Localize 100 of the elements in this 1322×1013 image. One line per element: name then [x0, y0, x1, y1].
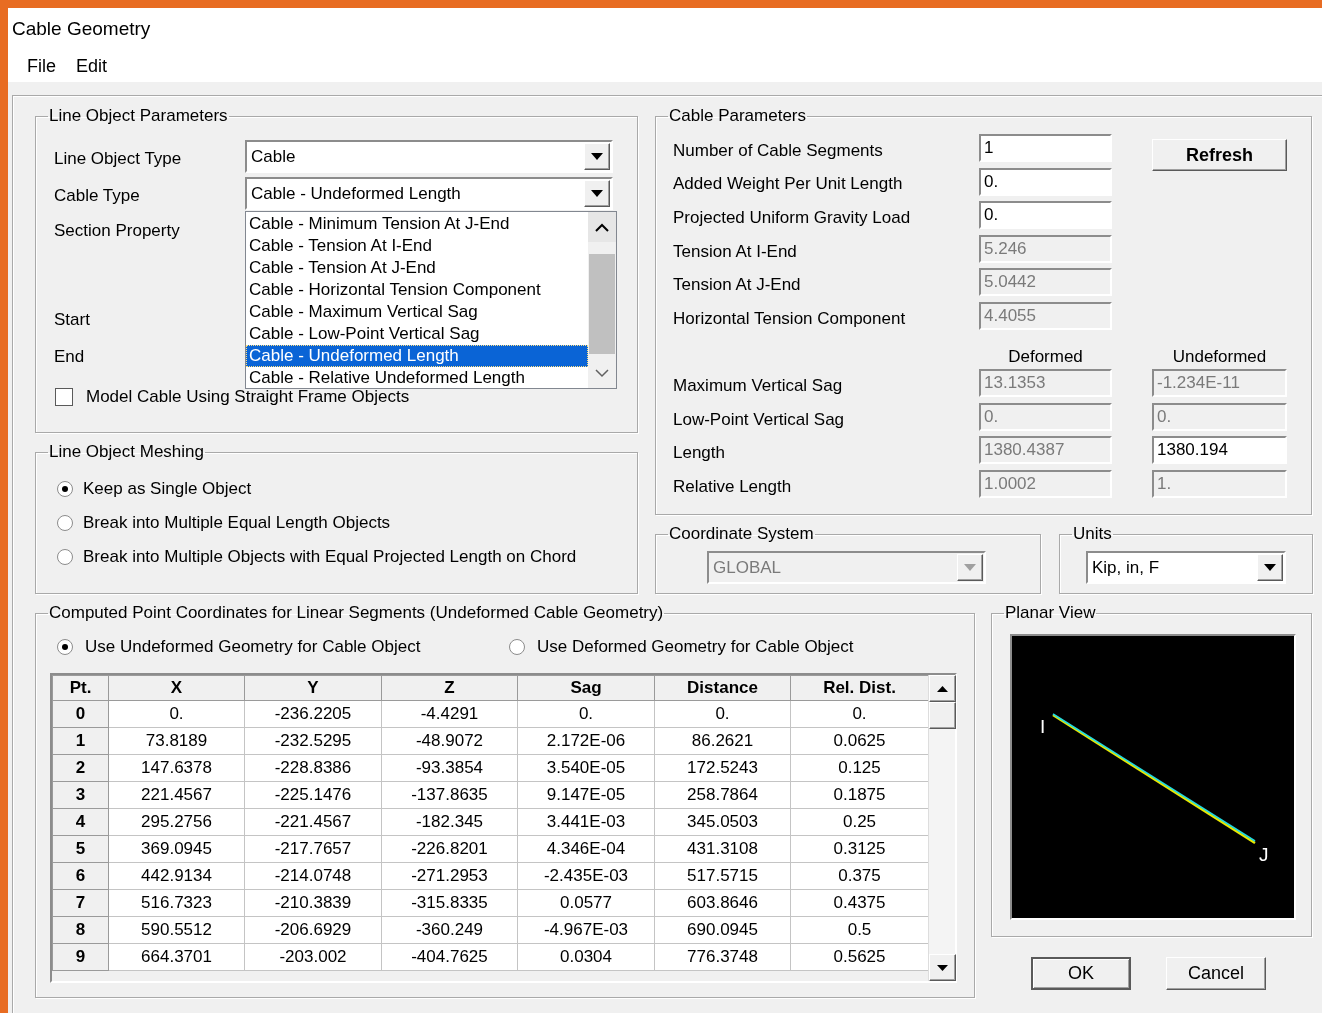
menu-item[interactable]: File [17, 55, 66, 77]
radio-option[interactable]: Break into Multiple Equal Length Objects [57, 506, 637, 540]
table-cell: 776.3748 [654, 943, 791, 971]
table-cell: 590.5512 [108, 916, 245, 944]
dropdown-option[interactable]: Cable - Low-Point Vertical Sag [246, 323, 588, 345]
table-cell: -206.6929 [244, 916, 382, 944]
table-cell: -228.8386 [244, 754, 382, 782]
dropdown-field[interactable]: Cable - Undeformed Length [245, 177, 613, 210]
radio-button[interactable] [57, 549, 73, 565]
table-cell: -315.8335 [381, 889, 518, 917]
refresh-button[interactable]: Refresh [1152, 139, 1287, 171]
chevron-down-icon [595, 368, 609, 378]
table-cell: 517.5715 [654, 862, 791, 890]
table-cell: 345.0503 [654, 808, 791, 836]
dropdown-option[interactable]: Cable - Minimum Tension At J-End [246, 213, 588, 235]
text-field[interactable]: 0. [979, 167, 1112, 196]
table-cell: -48.9072 [381, 727, 518, 755]
group-title: Computed Point Coordinates for Linear Segments (Undeformed Cable Geometry) [48, 603, 665, 623]
table-cell: 258.7864 [654, 781, 791, 809]
table-cell: 86.2621 [654, 727, 791, 755]
table-cell: 369.0945 [108, 835, 245, 863]
table-cell: 3.441E-03 [517, 808, 655, 836]
scroll-down-button[interactable] [929, 954, 956, 981]
dropdown-button[interactable] [584, 180, 610, 207]
radio-button[interactable] [57, 481, 73, 497]
dropdown-field[interactable]: Cable [245, 140, 613, 173]
dropdown-option[interactable]: Cable - Undeformed Length [246, 345, 588, 367]
dropdown-button[interactable] [1257, 554, 1283, 581]
scrollbar[interactable] [928, 675, 955, 981]
table-cell: 0.0577 [517, 889, 655, 917]
dialog-button[interactable]: OK [1031, 957, 1131, 990]
text-field: 13.1353 [979, 369, 1112, 398]
field-label: Start [54, 310, 91, 330]
field-label: End [54, 347, 86, 367]
dropdown-option[interactable]: Cable - Relative Undeformed Length [246, 367, 588, 389]
text-field: 5.246 [979, 234, 1112, 263]
table-cell: 4.346E-04 [517, 835, 655, 863]
caret-icon [1264, 564, 1276, 571]
dropdown-option[interactable]: Cable - Maximum Vertical Sag [246, 301, 588, 323]
table-cell: -225.1476 [244, 781, 382, 809]
caret-icon [591, 153, 603, 160]
radio-option[interactable]: Keep as Single Object [57, 472, 637, 506]
table-cell: -232.5295 [244, 727, 382, 755]
field-label: Tension At I-End [673, 241, 798, 262]
row-header: 9 [52, 943, 109, 971]
text-field[interactable]: 0. [979, 201, 1112, 230]
scrollbar-thumb[interactable] [929, 702, 956, 729]
group-title: Coordinate System [668, 524, 815, 544]
table-cell: -226.8201 [381, 835, 518, 863]
text-field: -1.234E-11 [1152, 369, 1287, 398]
dropdown-button[interactable] [584, 143, 610, 170]
dropdown-option[interactable]: Cable - Horizontal Tension Component [246, 279, 588, 301]
caret-icon [591, 190, 603, 197]
column-header: Y [244, 675, 382, 701]
table-cell: 0. [108, 700, 245, 728]
table-cell: 295.2756 [108, 808, 245, 836]
menu-item[interactable]: Edit [66, 55, 118, 77]
table-cell: -360.249 [381, 916, 518, 944]
field-label: Maximum Vertical Sag [673, 375, 844, 396]
radio-option[interactable]: Use Deformed Geometry for Cable Object [509, 637, 854, 657]
radio-option[interactable]: Use Undeformed Geometry for Cable Object [57, 637, 509, 657]
dropdown-option[interactable]: Cable - Tension At I-End [246, 235, 588, 257]
chevron-up-icon [595, 222, 609, 232]
table-cell: -214.0748 [244, 862, 382, 890]
field-label: Cable Type [54, 185, 141, 206]
field-label: Relative Length [673, 476, 793, 497]
field-label: Horizontal Tension Component [673, 308, 907, 329]
checkbox-option[interactable]: Model Cable Using Straight Frame Objects [55, 386, 410, 407]
table-cell: 516.7323 [108, 889, 245, 917]
column-header: Z [381, 675, 518, 701]
checkbox[interactable] [55, 387, 73, 406]
field-label: Number of Cable Segments [673, 140, 884, 161]
radio-button[interactable] [57, 515, 73, 531]
table-cell: -404.7625 [381, 943, 518, 971]
table-cell: -2.435E-03 [517, 862, 655, 890]
text-field: 5.0442 [979, 268, 1112, 297]
end-label: I [1040, 716, 1046, 737]
dropdown-field[interactable]: Kip, in, F [1086, 551, 1286, 584]
table-cell: 221.4567 [108, 781, 245, 809]
table-cell: 2.172E-06 [517, 727, 655, 755]
text-field[interactable]: 1 [979, 134, 1112, 162]
down-arrow-icon [937, 964, 948, 971]
table-cell: 442.9134 [108, 862, 245, 890]
dialog-button[interactable]: Cancel [1166, 957, 1266, 990]
column-header: Deformed [1007, 347, 1084, 369]
scrollbar-thumb[interactable] [589, 254, 615, 354]
dropdown-option[interactable]: Cable - Tension At J-End [246, 257, 588, 279]
field-label: Line Object Type [54, 148, 183, 169]
group-title: Line Object Meshing [48, 442, 205, 462]
text-field[interactable]: 1380.194 [1152, 436, 1287, 465]
text-field: 1.0002 [979, 469, 1112, 498]
table-cell: 664.3701 [108, 943, 245, 971]
scroll-up-button[interactable] [588, 212, 616, 242]
column-header: Distance [654, 675, 791, 701]
scroll-up-button[interactable] [929, 675, 956, 702]
radio-button[interactable] [509, 639, 525, 655]
row-header: 7 [52, 889, 109, 917]
radio-option[interactable]: Break into Multiple Objects with Equal Projected Length on Chord [57, 540, 637, 574]
window-title: Cable Geometry [12, 18, 151, 40]
radio-button[interactable] [57, 639, 73, 655]
